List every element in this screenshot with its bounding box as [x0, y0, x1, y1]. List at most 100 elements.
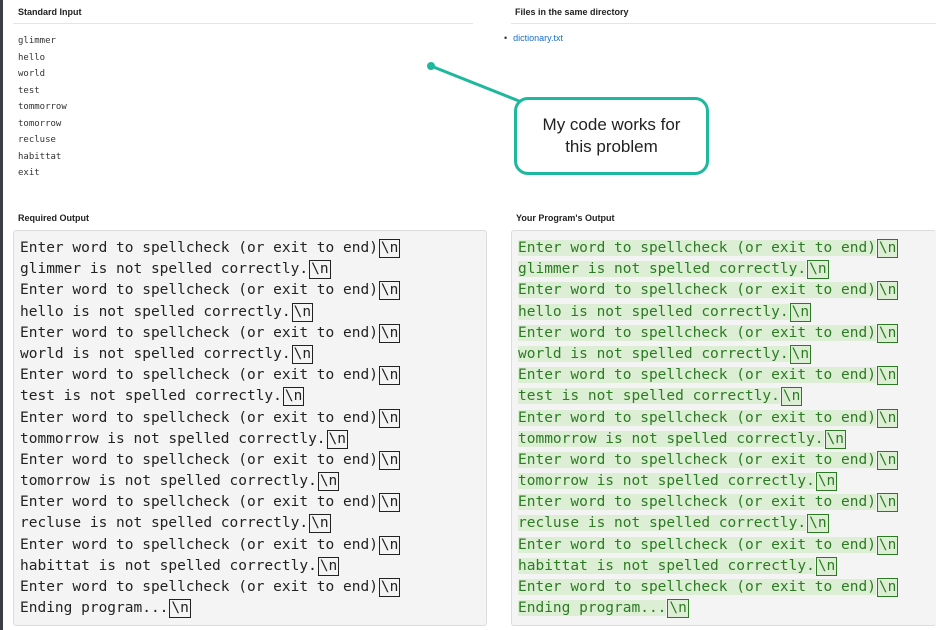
required-output-line-text: hello is not spelled correctly.: [20, 303, 291, 320]
program-output-line-text: Enter word to spellcheck (or exit to end…: [518, 451, 876, 468]
required-output-line: tommorrow is not spelled correctly. \n: [20, 429, 486, 450]
program-output-line: tomorrow is not spelled correctly. \n: [518, 471, 936, 492]
program-output-line-text: Enter word to spellcheck (or exit to end…: [518, 409, 876, 426]
program-output-line-text: Enter word to spellcheck (or exit to end…: [518, 367, 876, 384]
required-output-line-text: Enter word to spellcheck (or exit to end…: [20, 324, 378, 341]
required-output-line-text: Enter word to spellcheck (or exit to end…: [20, 282, 378, 299]
program-output-line-text: Enter word to spellcheck (or exit to end…: [518, 240, 876, 256]
required-output-line: Enter word to spellcheck (or exit to end…: [20, 280, 486, 301]
required-output-line-text: Enter word to spellcheck (or exit to end…: [20, 240, 378, 256]
required-output-line-text: Enter word to spellcheck (or exit to end…: [20, 367, 378, 384]
newline-marker: \n: [309, 260, 331, 280]
program-output-line: Enter word to spellcheck (or exit to end…: [518, 365, 936, 386]
newline-marker: \n: [815, 556, 838, 576]
required-output-line: Ending program... \n: [20, 598, 486, 619]
newline-marker: \n: [667, 599, 689, 619]
newline-marker: \n: [876, 578, 899, 597]
program-output-line-text: world is not spelled correctly.: [518, 345, 789, 362]
program-output-line-text: hello is not spelled correctly.: [518, 303, 789, 320]
program-output-line-text: test is not spelled correctly.: [518, 388, 780, 405]
program-output-line: glimmer is not spelled correctly. \n: [518, 259, 936, 280]
required-output-line-text: tomorrow is not spelled correctly.: [20, 473, 317, 490]
newline-marker: \n: [824, 429, 847, 449]
required-output-line: Enter word to spellcheck (or exit to end…: [20, 323, 486, 344]
program-output-line: Enter word to spellcheck (or exit to end…: [518, 323, 936, 344]
newline-marker: \n: [789, 302, 812, 322]
program-output-line-text: tommorrow is not spelled correctly.: [518, 430, 824, 447]
required-output-line: hello is not spelled correctly. \n: [20, 302, 486, 323]
required-output-title: Required Output: [18, 213, 89, 223]
newline-marker: \n: [169, 599, 191, 619]
required-output-line: recluse is not spelled correctly. \n: [20, 513, 486, 534]
required-output-line: Enter word to spellcheck (or exit to end…: [20, 535, 486, 556]
newline-marker: \n: [378, 366, 401, 386]
newline-marker: \n: [807, 260, 829, 280]
required-output-line: Enter word to spellcheck (or exit to end…: [20, 408, 486, 429]
annotation-text-line2: this problem: [565, 137, 658, 156]
program-output-line: habittat is not spelled correctly. \n: [518, 556, 936, 577]
required-output-line-text: recluse is not spelled correctly.: [20, 515, 309, 532]
program-output-line-text: Enter word to spellcheck (or exit to end…: [518, 536, 876, 553]
newline-marker: \n: [282, 387, 305, 407]
newline-marker: \n: [780, 387, 803, 407]
required-output-line: world is not spelled correctly. \n: [20, 344, 486, 365]
program-output-line-text: Enter word to spellcheck (or exit to end…: [518, 579, 876, 595]
required-output-box: Enter word to spellcheck (or exit to end…: [13, 230, 487, 626]
newline-marker: \n: [807, 514, 829, 534]
required-output-line-text: Enter word to spellcheck (or exit to end…: [20, 494, 378, 511]
newline-marker: \n: [876, 535, 899, 555]
program-output-line-text: tomorrow is not spelled correctly.: [518, 473, 815, 490]
required-output-line-text: Enter word to spellcheck (or exit to end…: [20, 579, 378, 595]
required-output-line-text: Enter word to spellcheck (or exit to end…: [20, 409, 378, 426]
program-output-line: Enter word to spellcheck (or exit to end…: [518, 535, 936, 556]
newline-marker: \n: [876, 366, 899, 386]
program-output-line: recluse is not spelled correctly. \n: [518, 513, 936, 534]
newline-marker: \n: [876, 239, 899, 258]
program-output-line: Enter word to spellcheck (or exit to end…: [518, 450, 936, 471]
required-output-line-text: tommorrow is not spelled correctly.: [20, 430, 326, 447]
newline-marker: \n: [876, 493, 899, 513]
program-output-line: Enter word to spellcheck (or exit to end…: [518, 577, 936, 598]
newline-marker: \n: [326, 429, 349, 449]
newline-marker: \n: [291, 344, 314, 364]
newline-marker: \n: [378, 450, 401, 470]
required-output-line: test is not spelled correctly. \n: [20, 386, 486, 407]
program-output-box: Enter word to spellcheck (or exit to end…: [511, 230, 936, 626]
program-output-title: Your Program's Output: [516, 213, 615, 223]
program-output-line: Enter word to spellcheck (or exit to end…: [518, 238, 936, 259]
program-output-line: test is not spelled correctly. \n: [518, 386, 936, 407]
newline-marker: \n: [789, 344, 812, 364]
program-output-line: Ending program... \n: [518, 598, 936, 619]
required-output-line: habittat is not spelled correctly. \n: [20, 556, 486, 577]
required-output-line-text: test is not spelled correctly.: [20, 388, 282, 405]
newline-marker: \n: [317, 556, 340, 576]
required-output-line: tomorrow is not spelled correctly. \n: [20, 471, 486, 492]
newline-marker: \n: [378, 408, 401, 428]
program-output-line-text: Ending program...: [518, 600, 667, 617]
annotation-callout: My code works for this problem: [514, 97, 709, 175]
required-output-line-text: Enter word to spellcheck (or exit to end…: [20, 536, 378, 553]
program-output-line-text: recluse is not spelled correctly.: [518, 515, 807, 532]
newline-marker: \n: [876, 281, 899, 301]
newline-marker: \n: [378, 493, 401, 513]
newline-marker: \n: [378, 281, 401, 301]
required-output-line: Enter word to spellcheck (or exit to end…: [20, 450, 486, 471]
newline-marker: \n: [309, 514, 331, 534]
required-output-line: glimmer is not spelled correctly. \n: [20, 259, 486, 280]
program-output-line: Enter word to spellcheck (or exit to end…: [518, 492, 936, 513]
newline-marker: \n: [876, 408, 899, 428]
newline-marker: \n: [815, 472, 838, 492]
required-output-line-text: world is not spelled correctly.: [20, 345, 291, 362]
program-output-line-text: Enter word to spellcheck (or exit to end…: [518, 282, 876, 299]
program-output-line-text: habittat is not spelled correctly.: [518, 557, 815, 574]
newline-marker: \n: [378, 535, 401, 555]
newline-marker: \n: [291, 302, 314, 322]
required-output-line: Enter word to spellcheck (or exit to end…: [20, 365, 486, 386]
newline-marker: \n: [876, 323, 899, 343]
program-output-line: Enter word to spellcheck (or exit to end…: [518, 408, 936, 429]
program-output-line-text: Enter word to spellcheck (or exit to end…: [518, 494, 876, 511]
required-output-line: Enter word to spellcheck (or exit to end…: [20, 577, 486, 598]
required-output-line: Enter word to spellcheck (or exit to end…: [20, 492, 486, 513]
newline-marker: \n: [317, 472, 340, 492]
required-output-line-text: glimmer is not spelled correctly.: [20, 261, 309, 278]
